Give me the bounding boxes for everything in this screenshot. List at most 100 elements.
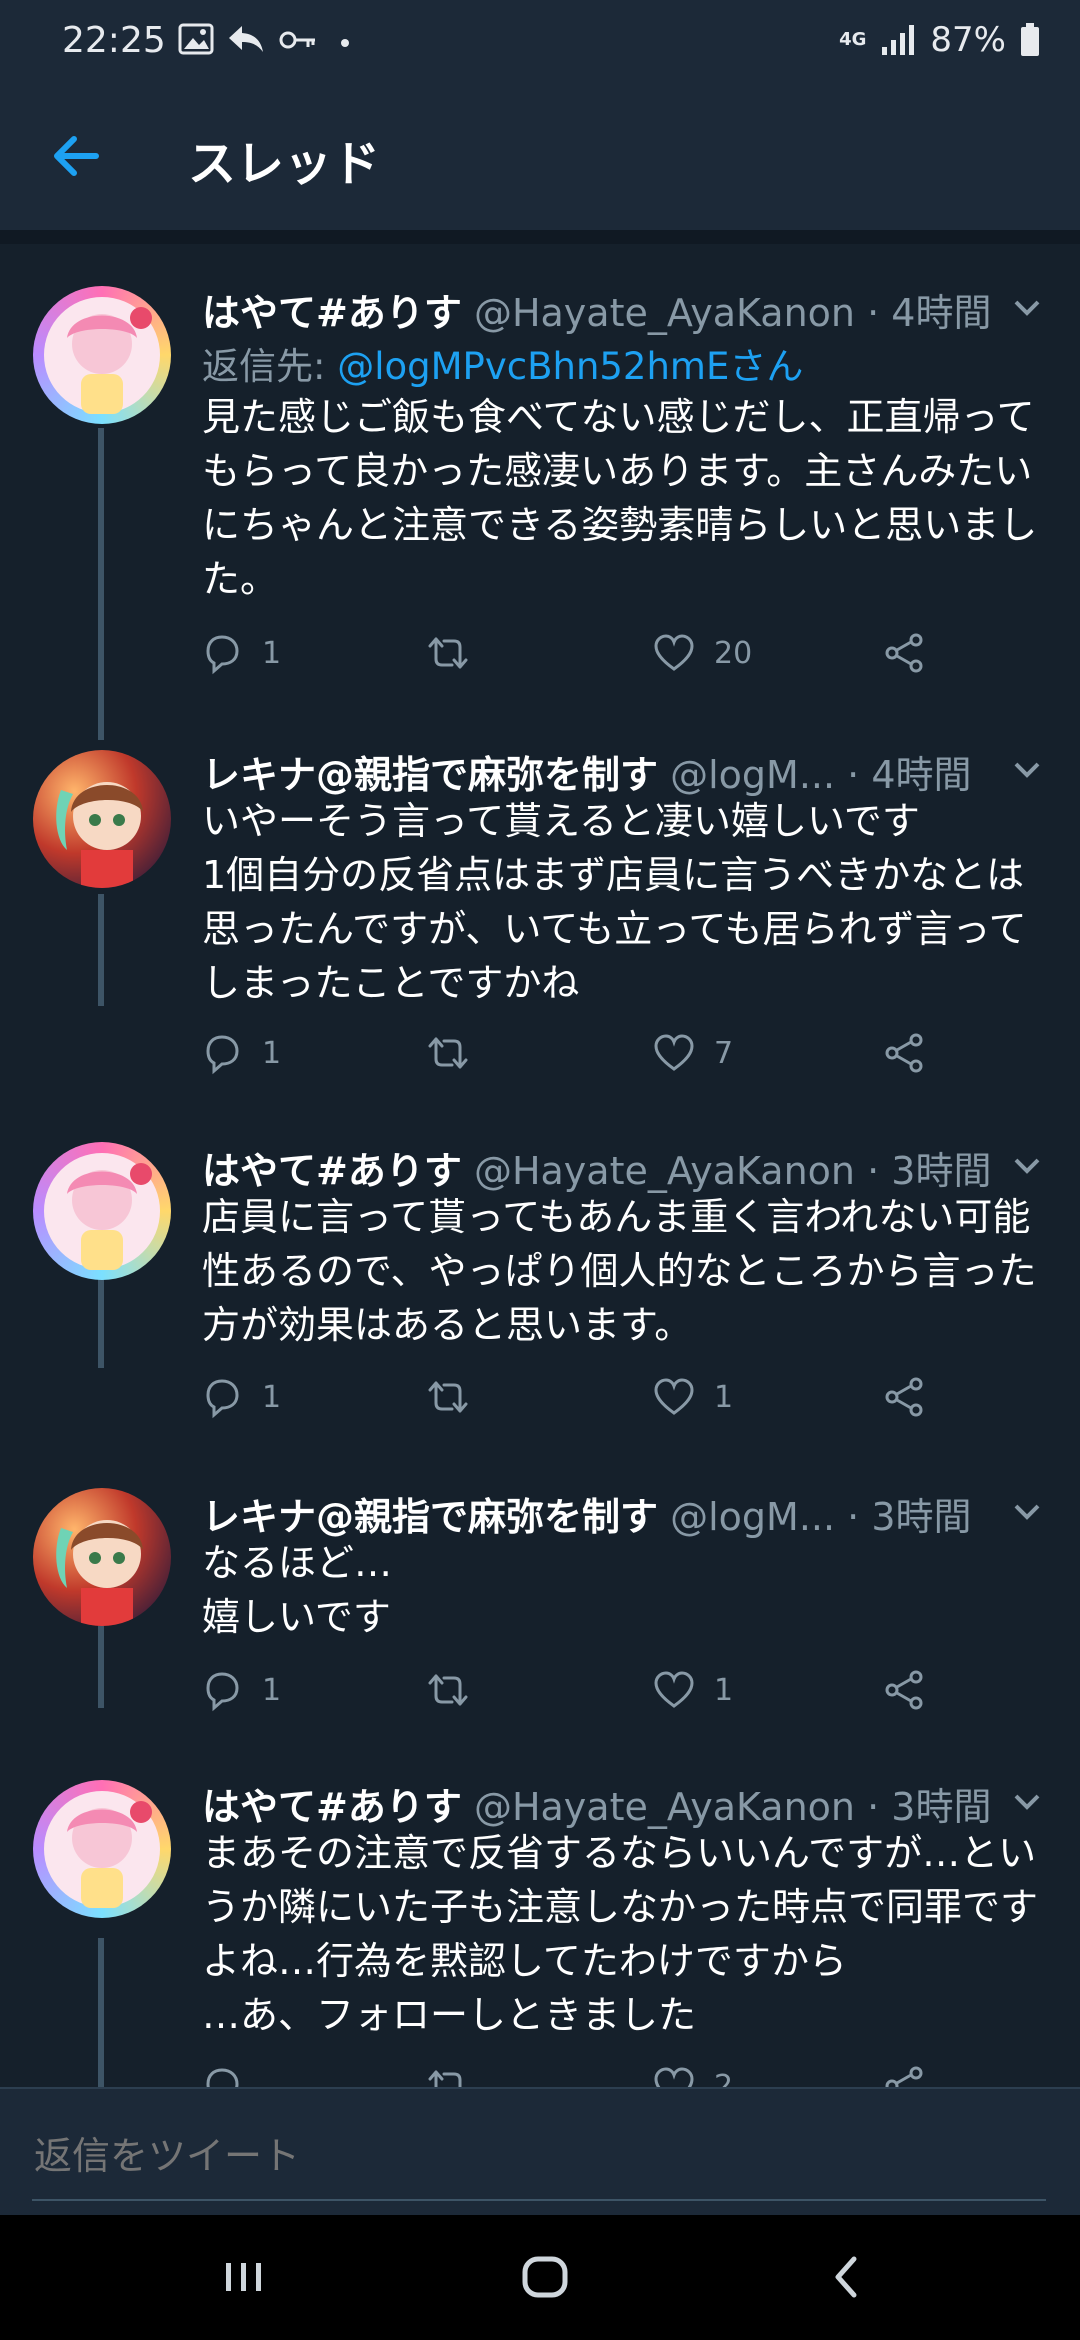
like-button[interactable]: 1 xyxy=(652,1668,733,1712)
like-button[interactable]: 1 xyxy=(652,1375,733,1419)
home-icon[interactable] xyxy=(513,2245,577,2309)
reply-count: 1 xyxy=(262,635,282,671)
reply-bubble-icon xyxy=(206,1035,239,1075)
reply-button[interactable]: 1 xyxy=(200,1668,281,1712)
display-name[interactable]: はやて#ありす xyxy=(202,1149,462,1193)
like-button[interactable]: 7 xyxy=(652,1031,733,1075)
display-name[interactable]: レキナ@親指で麻弥を制す xyxy=(202,1495,658,1539)
thread-line xyxy=(98,428,104,740)
share-button[interactable] xyxy=(882,631,926,675)
reply-bubble-icon xyxy=(206,1379,239,1419)
avatar[interactable] xyxy=(33,1488,171,1626)
avatar[interactable] xyxy=(33,750,171,888)
heart-icon xyxy=(654,2067,694,2087)
thread-feed[interactable]: はやて#ありす @Hayate_AyaKanon · 4時間 返信先: @log… xyxy=(0,244,1080,2087)
like-count: 1 xyxy=(714,1672,734,1708)
tweet-header: はやて#ありす @Hayate_AyaKanon · 4時間 xyxy=(202,282,1060,335)
like-button[interactable]: 2 xyxy=(652,2064,733,2087)
like-count: 1 xyxy=(714,1379,734,1415)
avatar[interactable] xyxy=(33,286,171,424)
reply-to-label: 返信先: xyxy=(202,345,338,388)
heart-icon xyxy=(654,1378,694,1415)
tweet-actions: 1 1 xyxy=(200,1375,940,1423)
avatar-image xyxy=(56,782,143,888)
reply-button[interactable]: 1 xyxy=(200,1375,281,1419)
chevron-down-icon[interactable] xyxy=(1010,1148,1044,1182)
retweet-icon xyxy=(428,1037,468,1069)
share-button[interactable] xyxy=(882,1375,926,1419)
thread-line xyxy=(98,1938,104,2087)
tweet-actions: 2 xyxy=(200,2064,940,2087)
reply-button[interactable]: 1 xyxy=(200,631,281,675)
display-name[interactable]: はやて#ありす xyxy=(202,1785,462,1829)
back-icon[interactable] xyxy=(816,2245,880,2309)
heart-icon xyxy=(654,634,694,671)
share-button[interactable] xyxy=(882,2064,926,2087)
retweet-button[interactable] xyxy=(426,2064,488,2087)
reply-count: 1 xyxy=(262,1672,282,1708)
app-header: スレッド xyxy=(0,84,1080,230)
separator-dot: · xyxy=(847,753,860,797)
user-handle: @logM... xyxy=(670,753,836,797)
tweet-actions: 1 1 xyxy=(200,1668,940,1716)
key-icon xyxy=(279,31,315,49)
tweet-actions: 1 7 xyxy=(200,1031,940,1079)
reply-count: 1 xyxy=(262,1035,282,1071)
heart-icon xyxy=(654,1034,694,1071)
tweet-text: なるほど… 嬉しいです xyxy=(202,1541,393,1639)
status-bar: 22:25 4G 87% xyxy=(0,0,1080,84)
user-handle: @logM... xyxy=(670,1495,836,1539)
share-icon xyxy=(885,1033,923,1073)
tweet-text: 見た感じご飯も食べてない感じだし、正直帰ってもらって良かった感凄いあります。主さ… xyxy=(202,395,1038,601)
chevron-down-icon[interactable] xyxy=(1010,290,1044,324)
share-icon xyxy=(885,2066,923,2087)
chevron-down-icon[interactable] xyxy=(1010,1784,1044,1818)
arrow-left-icon[interactable] xyxy=(44,124,108,188)
dot-icon xyxy=(341,39,349,47)
like-button[interactable]: 20 xyxy=(652,631,752,675)
header-divider xyxy=(0,230,1080,244)
share-icon xyxy=(885,1377,923,1417)
avatar-image xyxy=(44,1791,160,1908)
reply-to-mention[interactable]: @logMPvcBhn52hmEさん xyxy=(337,345,803,388)
retweet-icon xyxy=(428,1381,468,1413)
tweet-text: まあその注意で反省するならいいんですが…というか隣にいた子も注意しなかった時点で… xyxy=(202,1831,1039,2037)
display-name[interactable]: はやて#ありす xyxy=(202,291,462,335)
share-button[interactable] xyxy=(882,1031,926,1075)
reply-composer xyxy=(0,2087,1080,2217)
separator-dot: · xyxy=(867,291,880,335)
retweet-button[interactable] xyxy=(426,1668,488,1712)
retweet-button[interactable] xyxy=(426,1375,488,1419)
recent-apps-icon[interactable] xyxy=(212,2245,276,2309)
display-name[interactable]: レキナ@親指で麻弥を制す xyxy=(202,753,658,797)
share-button[interactable] xyxy=(882,1668,926,1712)
avatar-image xyxy=(56,1520,143,1626)
thread-line xyxy=(98,894,104,1006)
user-handle: @Hayate_AyaKanon xyxy=(473,1149,855,1193)
retweet-button[interactable] xyxy=(426,631,488,675)
battery-icon xyxy=(1021,23,1039,56)
avatar[interactable] xyxy=(33,1142,171,1280)
user-handle: @Hayate_AyaKanon xyxy=(473,1785,855,1829)
reply-input[interactable] xyxy=(32,2125,1050,2187)
share-icon xyxy=(885,1670,923,1710)
share-icon xyxy=(885,633,923,673)
tweet-time: 4時間 xyxy=(871,753,972,797)
chevron-down-icon[interactable] xyxy=(1010,1494,1044,1528)
chevron-down-icon[interactable] xyxy=(1010,752,1044,786)
reply-button[interactable]: 1 xyxy=(200,1031,281,1075)
avatar[interactable] xyxy=(33,1780,171,1918)
like-count: 20 xyxy=(714,635,753,671)
reply-button[interactable] xyxy=(200,2064,262,2087)
tweet-header: レキナ@親指で麻弥を制す @logM... · 4時間 xyxy=(202,744,1060,797)
retweet-button[interactable] xyxy=(426,1031,488,1075)
status-time: 22:25 xyxy=(62,20,166,61)
tweet-time: 3時間 xyxy=(871,1495,972,1539)
separator-dot: · xyxy=(867,1785,880,1829)
tweet-text: いやーそう言って貰えると凄い嬉しいです 1個自分の反省点はまず店員に言うべきかな… xyxy=(202,799,1027,1005)
tweet-actions: 1 20 xyxy=(200,631,940,679)
reply-bubble-icon xyxy=(206,2068,239,2087)
reply-to: 返信先: @logMPvcBhn52hmEさん xyxy=(202,336,803,390)
like-count: 2 xyxy=(714,2068,734,2088)
network-label: 4G xyxy=(839,29,867,50)
